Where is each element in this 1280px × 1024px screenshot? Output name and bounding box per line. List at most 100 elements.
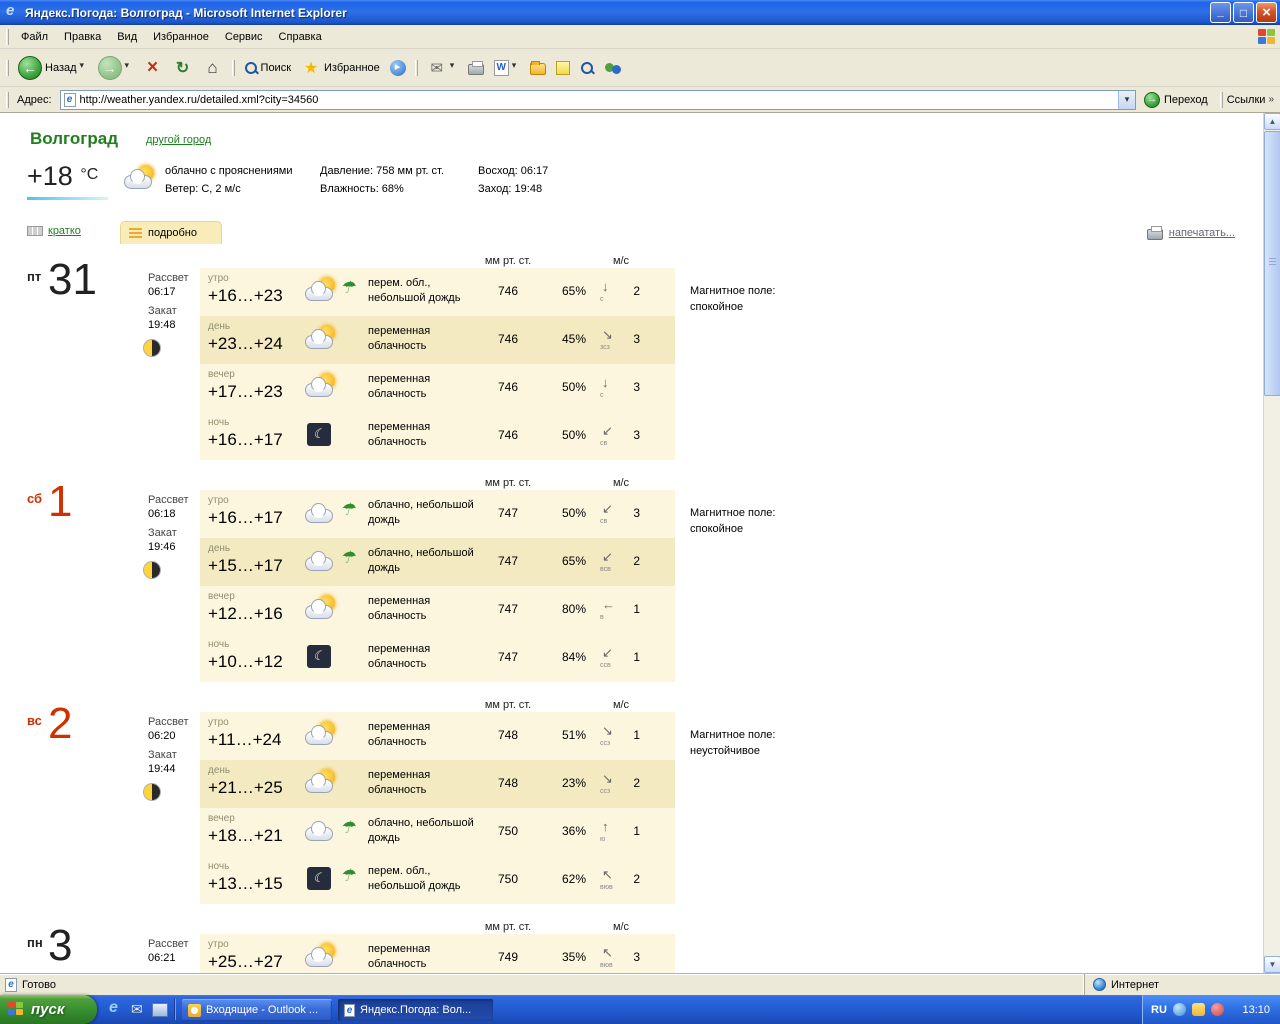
go-button[interactable]: Переход <box>1144 92 1208 108</box>
brief-view-icon <box>27 226 43 236</box>
pressure-value: 750 <box>470 824 546 838</box>
home-button[interactable] <box>198 55 228 81</box>
print-link[interactable]: напечатать... <box>1169 227 1235 239</box>
stop-button[interactable] <box>138 55 168 81</box>
day-of-week: пн <box>27 935 43 950</box>
media-button[interactable] <box>385 57 411 79</box>
messenger-icon <box>604 61 622 75</box>
wind-speed: 3 <box>633 380 640 394</box>
zone-label: Интернет <box>1111 979 1159 991</box>
day-part-label: ночь <box>208 639 229 650</box>
links-button[interactable]: Ссылки <box>1227 94 1274 106</box>
clock[interactable]: 13:10 <box>1242 1004 1280 1016</box>
mail-dropdown-icon[interactable] <box>450 63 458 73</box>
address-url[interactable]: http://weather.yandex.ru/detailed.xml?ci… <box>80 94 1118 106</box>
menu-view[interactable]: Вид <box>109 27 145 47</box>
folders-button[interactable] <box>525 57 551 78</box>
sunrise-time: 06:18 <box>148 507 189 521</box>
tab-brief[interactable]: кратко <box>48 225 81 237</box>
minimize-button[interactable] <box>1210 2 1231 23</box>
quicklaunch-ie-icon[interactable] <box>104 1000 124 1020</box>
close-button[interactable] <box>1256 2 1277 23</box>
address-dropdown-icon[interactable] <box>1118 91 1135 109</box>
other-city-link[interactable]: другой город <box>146 134 211 146</box>
taskbar-separator <box>174 999 175 1020</box>
back-dropdown-icon[interactable] <box>80 63 88 73</box>
day-part-label: вечер <box>208 369 235 380</box>
quicklaunch-show-desktop-icon[interactable] <box>152 1003 168 1017</box>
forward-button[interactable] <box>93 53 138 83</box>
updates-tray-icon[interactable] <box>1192 1003 1205 1016</box>
toolbar-grip[interactable] <box>6 29 9 45</box>
wind-cell: ↙св3 <box>598 420 644 454</box>
humidity-value: 23% <box>546 776 586 790</box>
quicklaunch-mail-icon[interactable] <box>128 1000 148 1020</box>
tab-detailed[interactable]: подробно <box>120 221 222 244</box>
favorites-button[interactable]: Избранное <box>296 55 385 81</box>
day-part-label: день <box>208 321 230 332</box>
menu-tools[interactable]: Сервис <box>217 27 271 47</box>
current-sunrise: Восход: 06:17 <box>478 165 548 177</box>
forecast-rows: утро +16…+23 перем. обл., небольшой дожд… <box>200 268 675 460</box>
taskbar-button-weather[interactable]: Яндекс.Погода: Вол... <box>338 999 493 1021</box>
print-button[interactable] <box>463 57 489 78</box>
vertical-scrollbar[interactable] <box>1263 113 1280 973</box>
sunrise-label: Рассвет <box>148 493 189 507</box>
wind-direction-label: вюв <box>600 884 613 891</box>
wind-direction-arrow: ← <box>602 597 615 612</box>
links-label: Ссылки <box>1227 94 1266 106</box>
wind-speed: 1 <box>633 602 640 616</box>
forward-dropdown-icon[interactable] <box>125 63 133 73</box>
menu-help[interactable]: Справка <box>271 27 330 47</box>
wind-speed: 2 <box>633 284 640 298</box>
messenger-button[interactable] <box>599 58 627 78</box>
start-button[interactable]: пуск <box>0 995 97 1024</box>
weather-icon <box>305 499 357 529</box>
wind-direction-arrow: ↖ <box>602 945 613 961</box>
weather-icon <box>305 865 357 895</box>
status-left: Готово <box>5 978 1084 992</box>
table-header: мм рт. ст. м/с <box>200 921 675 934</box>
network-tray-icon[interactable] <box>1173 1003 1186 1016</box>
weather-icon <box>305 277 357 307</box>
research-button[interactable] <box>575 58 599 78</box>
scroll-down-button[interactable] <box>1264 956 1280 973</box>
edit-word-button[interactable] <box>489 57 525 79</box>
page-title: Волгоград <box>30 129 118 149</box>
favorites-label: Избранное <box>324 62 380 74</box>
day-number: 31 <box>48 257 97 303</box>
back-button[interactable]: Назад <box>13 53 93 83</box>
wind-direction-label: ссз <box>600 740 610 747</box>
toolbar-grip[interactable] <box>6 92 9 108</box>
menu-favorites[interactable]: Избранное <box>145 27 217 47</box>
address-field[interactable]: http://weather.yandex.ru/detailed.xml?ci… <box>60 90 1136 110</box>
ie-page-icon <box>344 1004 355 1017</box>
security-tray-icon[interactable] <box>1211 1003 1224 1016</box>
scroll-up-button[interactable] <box>1264 113 1280 130</box>
wind-cell: ↘ссз1 <box>598 720 644 754</box>
menu-edit[interactable]: Правка <box>56 27 109 47</box>
forecast-row: вечер +12…+16 переменная облачность 747 … <box>200 586 675 634</box>
maximize-button[interactable] <box>1233 2 1254 23</box>
language-indicator[interactable]: RU <box>1151 1004 1167 1016</box>
search-button[interactable]: Поиск <box>239 58 296 78</box>
mail-button[interactable] <box>422 55 463 81</box>
table-header: мм рт. ст. м/с <box>200 255 675 268</box>
temperature-range: +15…+17 <box>208 556 283 576</box>
scrollbar-thumb[interactable] <box>1264 131 1280 396</box>
weather-icon <box>305 769 357 799</box>
wind-speed: 1 <box>633 650 640 664</box>
notes-button[interactable] <box>551 58 575 78</box>
toolbar-grip[interactable] <box>6 60 9 76</box>
taskbar-button-outlook[interactable]: Входящие - Outlook ... <box>182 999 332 1021</box>
view-tabs: кратко подробно напечатать... <box>0 220 1263 244</box>
refresh-button[interactable] <box>168 55 198 81</box>
menu-file[interactable]: Файл <box>13 27 56 47</box>
day-number: 3 <box>48 923 72 969</box>
taskbar: пуск Входящие - Outlook ... Яндекс.Погод… <box>0 995 1280 1024</box>
wind-column-header: м/с <box>598 699 644 711</box>
edit-dropdown-icon[interactable] <box>512 63 520 73</box>
magnetic-field-label: Магнитное поле: <box>690 505 775 521</box>
toolbar-grip[interactable] <box>1220 92 1223 108</box>
research-icon <box>580 61 594 75</box>
